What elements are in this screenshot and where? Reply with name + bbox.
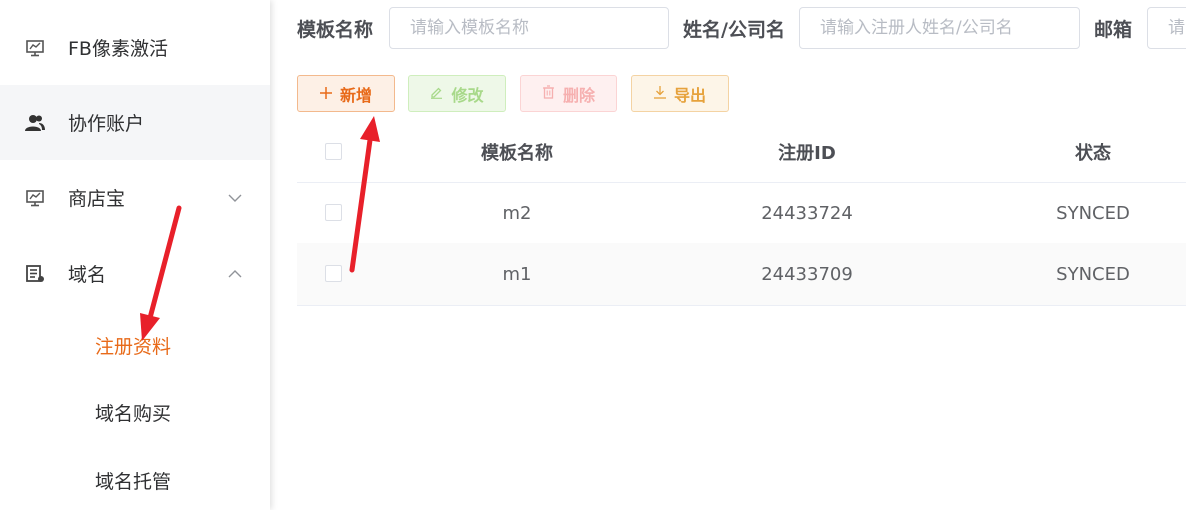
sidebar-subitem-domain-purchase[interactable]: 域名购买 [0,382,270,442]
email-label: 邮箱 [1094,19,1133,41]
registrant-name-label: 姓名/公司名 [683,19,785,41]
export-button-label: 导出 [673,85,706,105]
sidebar-item-collab-accounts[interactable]: 协作账户 [0,85,270,160]
add-button-label: 新增 [339,85,372,105]
email-input[interactable] [1147,7,1186,49]
cell-template-name: m1 [502,263,532,285]
sidebar-item-label: FB像素激活 [68,38,168,60]
download-icon [653,84,666,103]
trash-icon [542,84,555,103]
edit-icon [430,84,443,103]
server-icon [24,263,46,285]
edit-button-label: 修改 [451,85,484,105]
monitor-chart-icon [24,37,46,59]
sidebar-subitem-label: 域名购买 [95,402,172,425]
sidebar-subitem-label: 域名托管 [95,470,172,493]
column-header-template-name: 模板名称 [481,143,553,164]
table-row[interactable]: m1 24433709 SYNCED [297,243,1186,306]
monitor-chart-icon [24,187,46,209]
row-checkbox[interactable] [325,204,342,221]
sidebar-subitem-domain-hosting[interactable]: 域名托管 [0,450,270,510]
sidebar: FB像素激活 协作账户 商店宝 域名 注册资料 域名购买 域名托管 [0,0,270,510]
registrant-name-input[interactable] [799,7,1080,49]
cell-status: SYNCED [1056,203,1130,224]
sidebar-item-label: 域名 [68,264,107,286]
template-name-input[interactable] [389,7,669,49]
main-content: 模板名称 姓名/公司名 邮箱 新增 修改 删除 导出 模板名称 注册ID [270,0,1186,510]
cell-registration-id: 24433709 [761,263,853,285]
column-header-registration-id: 注册ID [778,143,836,164]
sidebar-item-label: 商店宝 [68,188,126,210]
sidebar-item-label: 协作账户 [68,113,145,135]
edit-button[interactable]: 修改 [408,75,506,112]
column-header-status: 状态 [1075,143,1111,164]
delete-button-label: 删除 [562,85,595,105]
sidebar-subitem-registration-info[interactable]: 注册资料 [0,315,270,375]
cell-template-name: m2 [502,203,532,224]
template-name-label: 模板名称 [297,19,374,41]
table-row[interactable]: m2 24433724 SYNCED [297,183,1186,245]
delete-button[interactable]: 删除 [520,75,617,112]
sidebar-item-fb-pixel[interactable]: FB像素激活 [0,10,270,85]
sidebar-subitem-label: 注册资料 [95,335,172,358]
chevron-down-icon [226,189,244,207]
select-all-checkbox[interactable] [325,143,342,160]
chevron-up-icon [226,265,244,283]
row-checkbox[interactable] [325,265,342,282]
table-header: 模板名称 注册ID 状态 [297,122,1186,183]
add-button[interactable]: 新增 [297,75,395,112]
sidebar-item-domain[interactable]: 域名 [0,236,270,311]
export-button[interactable]: 导出 [631,75,729,112]
cell-registration-id: 24433724 [761,203,853,224]
users-icon [24,112,46,134]
cell-status: SYNCED [1056,263,1130,285]
sidebar-item-shop[interactable]: 商店宝 [0,160,270,235]
plus-icon [319,84,332,103]
